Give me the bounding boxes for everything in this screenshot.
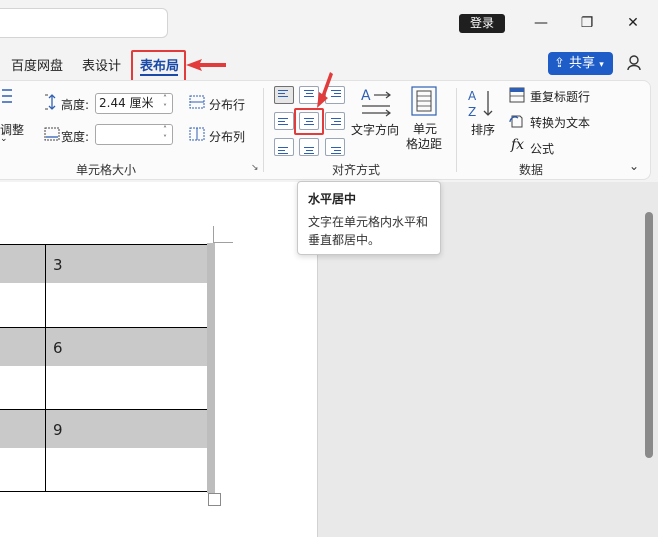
share-icon: ⇪	[554, 56, 565, 71]
table-border	[0, 491, 208, 492]
table-cell[interactable]	[46, 410, 207, 448]
align-bottom-right-button[interactable]	[325, 138, 345, 156]
sort-button[interactable]: 排序	[471, 121, 495, 138]
margin-mark	[213, 226, 214, 242]
group-separator	[263, 88, 264, 172]
cell-margins-label-2[interactable]: 格边距	[406, 135, 442, 152]
height-stepper[interactable]: ˄ ˅	[160, 94, 170, 112]
search-box[interactable]	[0, 8, 168, 38]
comment-icon[interactable]	[626, 54, 644, 72]
arrow-down-icon	[317, 72, 333, 108]
collapse-ribbon-icon[interactable]: ⌄	[629, 159, 639, 173]
distribute-rows-button[interactable]: 分布行	[209, 96, 245, 113]
chevron-down-icon: ▾	[599, 60, 604, 70]
distribute-columns-button[interactable]: 分布列	[209, 128, 245, 145]
arrow-left-icon	[186, 59, 226, 71]
restore-icon[interactable]: ❐	[573, 12, 601, 34]
height-value: 2.44 厘米	[99, 96, 154, 110]
repeat-header-button[interactable]: 重复标题行	[530, 88, 590, 105]
align-middle-right-button[interactable]	[325, 112, 345, 130]
cell-margins-icon	[411, 86, 437, 116]
sort-icon: A Z	[468, 89, 493, 119]
share-label: 共享	[569, 56, 596, 71]
align-middle-left-button[interactable]	[274, 112, 294, 130]
text-direction-button[interactable]: 文字方向	[351, 121, 399, 138]
table-cell[interactable]	[46, 245, 207, 283]
width-label: 宽度:	[61, 130, 90, 144]
convert-to-text-button[interactable]: 转换为文本	[530, 114, 590, 131]
tooltip-body-line-1: 文字在单元格内水平和	[308, 215, 429, 229]
tooltip-title: 水平居中	[308, 192, 357, 206]
alignment-group-label: 对齐方式	[332, 163, 381, 177]
tab-baidu-netdisk[interactable]: 百度网盘	[11, 55, 63, 74]
table-cell[interactable]	[46, 328, 207, 366]
vertical-scrollbar[interactable]	[645, 212, 653, 458]
login-button[interactable]: 登录	[459, 14, 505, 33]
repeat-header-icon	[509, 87, 525, 103]
table-selection-bar	[207, 243, 215, 493]
text-direction-icon: A	[361, 88, 391, 117]
group-separator	[456, 88, 457, 172]
tooltip-body-line-2: 垂直都居中。	[308, 233, 381, 247]
minimize-icon[interactable]: —	[527, 12, 555, 34]
width-stepper[interactable]: ˄ ˅	[160, 125, 170, 143]
column-width-icon	[44, 127, 60, 141]
autofit-icon	[2, 89, 12, 103]
chevron-down-icon[interactable]: ⌄	[0, 134, 8, 144]
distribute-rows-icon	[189, 95, 205, 109]
share-button[interactable]: ⇪ 共享 ▾	[548, 52, 613, 75]
formula-icon: fx	[511, 137, 525, 153]
highlight-box-tab	[131, 50, 186, 84]
table-cell[interactable]	[0, 328, 45, 366]
formula-button[interactable]: 公式	[530, 140, 554, 157]
table-border	[45, 244, 46, 492]
table-border	[0, 244, 208, 245]
tab-table-design[interactable]: 表设计	[82, 55, 121, 74]
height-label: 高度:	[61, 98, 90, 112]
distribute-columns-icon	[189, 127, 205, 141]
dialog-launcher-icon[interactable]: ↘	[251, 163, 259, 173]
table-cell-value: 9	[53, 421, 63, 439]
table-cell[interactable]	[0, 410, 45, 448]
table-border	[0, 327, 208, 328]
highlight-box-align-center	[294, 108, 324, 135]
svg-text:A: A	[361, 88, 371, 104]
align-bottom-left-button[interactable]	[274, 138, 294, 156]
close-icon[interactable]: ✕	[619, 12, 647, 34]
cell-size-group-label: 单元格大小	[76, 163, 137, 177]
margin-mark	[213, 242, 233, 243]
align-bottom-center-button[interactable]	[299, 138, 319, 156]
convert-to-text-icon	[509, 115, 523, 128]
table-cell[interactable]	[0, 245, 45, 283]
data-group-label: 数据	[519, 163, 544, 177]
table-cell-value: 3	[53, 256, 63, 274]
align-top-left-button[interactable]	[274, 86, 294, 104]
table-cell-value: 6	[53, 339, 63, 357]
table-border	[0, 409, 208, 410]
table-resize-handle[interactable]	[208, 493, 221, 506]
svg-text:A: A	[468, 89, 477, 103]
tooltip: 水平居中 文字在单元格内水平和 垂直都居中。	[297, 181, 441, 255]
svg-text:Z: Z	[468, 105, 476, 119]
row-height-icon	[45, 94, 56, 110]
